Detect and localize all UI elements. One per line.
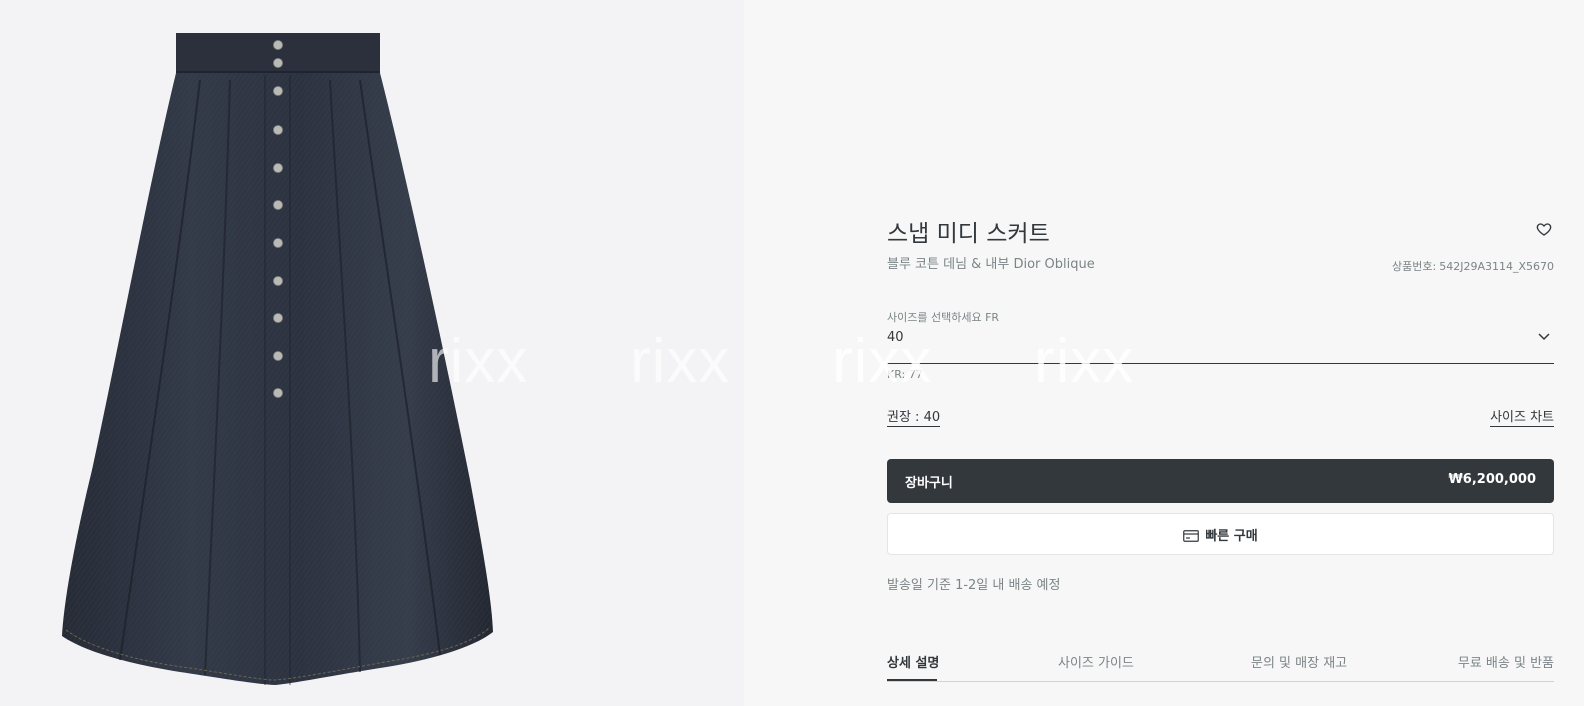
quick-buy-label: 빠른 구매 <box>1205 529 1258 544</box>
quick-buy-content: 빠른 구매 <box>888 525 1553 544</box>
cart-button-price: ₩6,200,000 <box>1448 472 1536 487</box>
product-title: 스냅 미디 스커트 <box>887 221 1050 247</box>
add-to-cart-button[interactable]: 장바구니 ₩6,200,000 <box>887 459 1554 503</box>
kr-size-note: KR: 77 <box>887 368 923 381</box>
product-info-pane: 스냅 미디 스커트 블루 코튼 데님 & 내부 Dior Oblique 상품번… <box>744 0 1584 706</box>
product-image[interactable] <box>0 0 744 706</box>
cart-button-label: 장바구니 <box>905 476 953 491</box>
heart-icon <box>1536 223 1552 236</box>
shipping-note: 발송일 기준 1-2일 내 배송 예정 <box>887 578 1061 593</box>
quick-buy-button[interactable]: 빠른 구매 <box>887 513 1554 555</box>
chevron-down-icon <box>1538 333 1550 341</box>
tab-description[interactable]: 상세 설명 <box>887 652 939 671</box>
skirt-illustration <box>62 33 493 685</box>
size-select-label: 사이즈를 선택하세요 FR <box>887 311 1000 324</box>
size-selected-value: 40 <box>887 330 904 345</box>
product-tabs: 상세 설명 사이즈 가이드 문의 및 매장 재고 무료 배송 및 반품 <box>887 650 1554 682</box>
credit-card-icon <box>1183 530 1200 542</box>
tab-size-guide[interactable]: 사이즈 가이드 <box>1058 652 1134 671</box>
wishlist-button[interactable] <box>1536 221 1554 239</box>
sku-label: 상품번호: <box>1392 260 1437 273</box>
product-page: rixx rixx rixx rixx 스냅 미디 스커트 블루 코튼 데님 &… <box>0 0 1584 706</box>
recommended-size: 권장 : 40 <box>887 406 941 427</box>
product-sku: 상품번호: 542J29A3114_X5670 <box>1392 258 1554 274</box>
product-subtitle: 블루 코튼 데님 & 내부 Dior Oblique <box>887 257 1095 272</box>
active-tab-indicator <box>887 679 937 681</box>
tab-shipping-returns[interactable]: 무료 배송 및 반품 <box>1458 652 1554 671</box>
tab-inquiry-stock[interactable]: 문의 및 매장 재고 <box>1251 652 1347 671</box>
size-chart-link[interactable]: 사이즈 차트 <box>1490 406 1554 427</box>
sku-value: 542J29A3114_X5670 <box>1439 260 1554 273</box>
size-select[interactable]: 40 <box>887 325 1554 364</box>
